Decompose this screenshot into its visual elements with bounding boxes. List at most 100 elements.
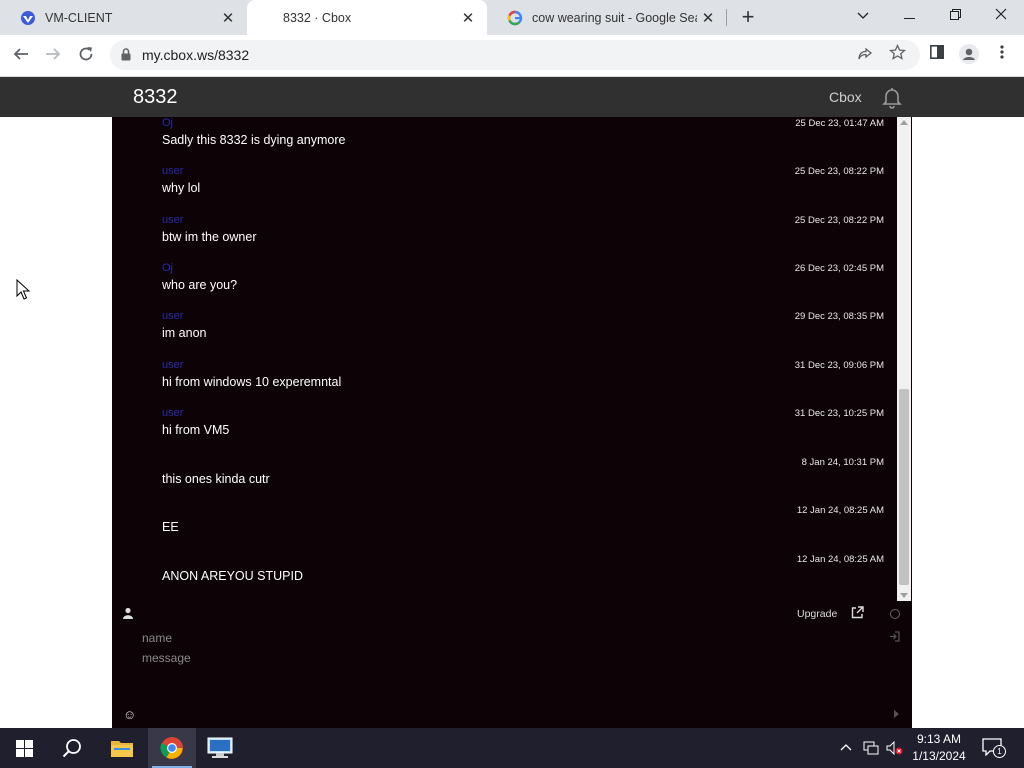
network-icon[interactable] [863, 741, 879, 755]
lock-icon [121, 48, 131, 61]
cbox-widget: 8332 Cbox Oj 25 Dec 23, 01:47 AM Sadly t… [0, 77, 1024, 728]
share-icon[interactable] [857, 46, 873, 62]
close-tab-icon[interactable]: ✕ [457, 9, 479, 27]
bookmark-star-icon[interactable] [889, 44, 906, 61]
tab-search-button[interactable] [840, 0, 886, 30]
external-link-icon[interactable] [851, 606, 864, 619]
message-time: 26 Dec 23, 02:45 PM [794, 263, 884, 274]
upgrade-link[interactable]: Upgrade [797, 608, 837, 620]
tab-title: VM-CLIENT [45, 10, 113, 25]
tab-title: cow wearing suit - Google Search [532, 10, 697, 25]
message-scrollbar[interactable] [897, 117, 911, 601]
message-item: Oj 26 Dec 23, 02:45 PM who are you? [162, 262, 887, 310]
scrollbar-thumb[interactable] [899, 389, 909, 585]
message-time: 12 Jan 24, 08:25 AM [796, 505, 884, 516]
message-item: user 25 Dec 23, 08:22 PM why lol [162, 165, 887, 213]
send-arrow-icon[interactable] [894, 710, 899, 718]
show-hidden-icons-icon[interactable] [840, 743, 852, 751]
side-panel-button[interactable] [926, 44, 948, 66]
message-field[interactable] [142, 651, 862, 705]
message-text: Sadly this 8332 is dying anymore [162, 133, 346, 147]
tab-google-search[interactable]: cow wearing suit - Google Search ✕ [487, 0, 727, 35]
message-item: user 31 Dec 23, 10:25 PM hi from VM5 [162, 407, 887, 455]
name-field[interactable] [142, 629, 862, 647]
windows-logo-icon [15, 739, 33, 757]
message-author[interactable]: Oj [162, 117, 173, 129]
browser-tab-strip: VM-CLIENT ✕ 8332 · Cbox ✕ cow wearing su… [0, 0, 1024, 35]
close-tab-icon[interactable]: ✕ [217, 9, 239, 27]
tab-cbox[interactable]: 8332 · Cbox ✕ [247, 0, 487, 35]
message-time: 25 Dec 23, 08:22 PM [794, 166, 884, 177]
forward-arrow-icon [46, 48, 61, 60]
message-time: 8 Jan 24, 10:31 PM [801, 457, 884, 468]
folder-icon [111, 741, 133, 757]
message-text: who are you? [162, 278, 238, 292]
scroll-down-arrow-icon[interactable] [900, 593, 908, 598]
message-time: 31 Dec 23, 10:25 PM [794, 408, 884, 419]
restore-button[interactable] [932, 0, 978, 30]
google-icon [507, 10, 523, 25]
message-list: Oj 25 Dec 23, 01:47 AM Sadly this 8332 i… [112, 117, 897, 601]
message-author[interactable]: user [162, 214, 183, 226]
close-tab-icon[interactable]: ✕ [697, 9, 719, 27]
status-circle-icon[interactable] [890, 609, 900, 619]
close-icon [995, 8, 1007, 20]
minimize-button[interactable] [886, 0, 932, 30]
page-content: 8332 Cbox Oj 25 Dec 23, 01:47 AM Sadly t… [0, 77, 1024, 728]
windows-taskbar: 9:13 AM 1/13/2024 1 [0, 728, 1024, 768]
clock-date: 1/13/2024 [912, 749, 966, 763]
address-bar[interactable]: my.cbox.ws/8332 [110, 40, 920, 70]
message-text: why lol [162, 181, 201, 195]
message-author[interactable]: user [162, 165, 183, 177]
message-time: 25 Dec 23, 01:47 AM [795, 118, 884, 129]
smiley-icon[interactable]: ☺ [123, 707, 136, 722]
restore-icon [949, 9, 961, 20]
message-item: user 25 Dec 23, 08:22 PM btw im the owne… [162, 214, 887, 262]
vm-client-icon [21, 10, 35, 25]
bell-icon[interactable] [880, 85, 904, 109]
message-item: user 31 Dec 23, 09:06 PM hi from windows… [162, 359, 887, 407]
message-author[interactable]: user [162, 407, 183, 419]
back-button[interactable] [8, 43, 34, 69]
message-author[interactable]: Oj [162, 262, 173, 274]
chrome-taskbar-button[interactable] [148, 728, 196, 768]
side-panel-icon [930, 45, 944, 59]
chrome-menu-button[interactable] [991, 44, 1013, 66]
search-button[interactable] [48, 728, 96, 768]
file-explorer-button[interactable] [98, 728, 146, 768]
action-center-button[interactable]: 1 [982, 738, 1006, 758]
system-clock[interactable]: 9:13 AM 1/13/2024 [906, 731, 972, 765]
close-window-button[interactable] [978, 0, 1024, 30]
message-text: im anon [162, 326, 207, 340]
message-author[interactable]: user [162, 310, 183, 322]
clock-time: 9:13 AM [916, 732, 962, 746]
tab-vm-client[interactable]: VM-CLIENT ✕ [0, 0, 247, 35]
new-tab-button[interactable]: + [736, 5, 760, 29]
chrome-icon [160, 737, 183, 759]
profile-button[interactable] [958, 44, 980, 66]
chevron-down-icon [857, 12, 869, 19]
sign-in-icon[interactable] [889, 631, 900, 642]
scroll-up-arrow-icon[interactable] [900, 120, 908, 125]
message-author[interactable]: user [162, 359, 183, 371]
user-icon[interactable] [122, 607, 134, 619]
forward-button[interactable] [40, 43, 66, 69]
remote-desktop-taskbar-button[interactable] [196, 728, 244, 768]
message-time: 29 Dec 23, 08:35 PM [794, 311, 884, 322]
reload-button[interactable] [73, 43, 99, 69]
message-time: 12 Jan 24, 08:25 AM [796, 554, 884, 565]
remote-desktop-icon [207, 737, 233, 758]
start-button[interactable] [0, 728, 48, 768]
cbox-brand-link[interactable]: Cbox [829, 89, 862, 105]
cbox-title: 8332 [133, 86, 178, 108]
message-text: this ones kinda cutr [162, 472, 270, 486]
tab-separator [726, 9, 727, 26]
message-text: ANON AREYOU STUPID [162, 569, 303, 583]
message-item: Oj 25 Dec 23, 01:47 AM Sadly this 8332 i… [162, 117, 887, 165]
search-icon [62, 739, 81, 758]
tab-title: 8332 · Cbox [283, 10, 352, 25]
back-arrow-icon [13, 48, 28, 60]
message-item: 12 Jan 24, 08:25 AM EE [162, 504, 887, 552]
volume-muted-icon[interactable] [886, 741, 904, 755]
minimize-icon [903, 18, 915, 19]
